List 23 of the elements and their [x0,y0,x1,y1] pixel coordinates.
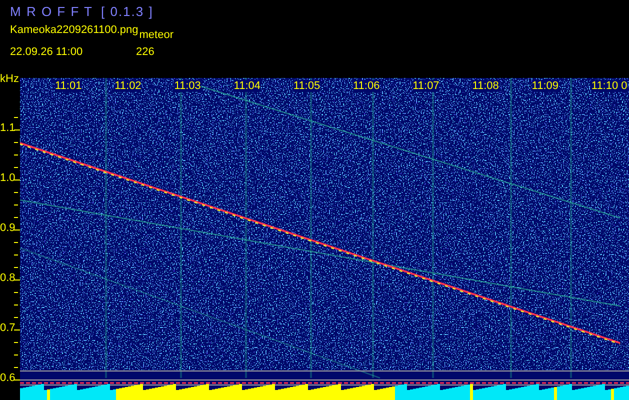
detection-tag: meteor [139,29,174,41]
date-time: 22.09.26 11:00 [10,46,84,58]
time-label: 11:10 0 [591,80,628,92]
frequency-label: 1.1 [0,122,16,134]
app-version: [ 0.1.3 ] [100,4,154,19]
time-label: 11:01 [55,80,82,92]
frequency-label: 0.7 [0,322,16,334]
time-label: 11:02 [114,80,142,92]
time-label: 11:05 [293,80,320,92]
frequency-label: 0.6 [0,372,16,384]
time-label: 11:03 [174,80,201,92]
frequency-label: 0.9 [0,222,16,234]
frequency-label: 1.0 [0,172,16,184]
time-label: 11:04 [234,80,261,92]
time-label: 11:09 [532,80,559,92]
frequency-label: 0.8 [0,272,16,284]
unit-label: kHz [0,73,19,85]
app-title: M R O F F T [10,4,93,19]
file-name: Kameoka2209261100.png [10,24,138,36]
meteor-count: 226 [136,46,154,58]
time-label: 11:07 [412,80,440,92]
time-label: 11:06 [353,80,380,92]
time-label: 11:08 [472,80,499,92]
